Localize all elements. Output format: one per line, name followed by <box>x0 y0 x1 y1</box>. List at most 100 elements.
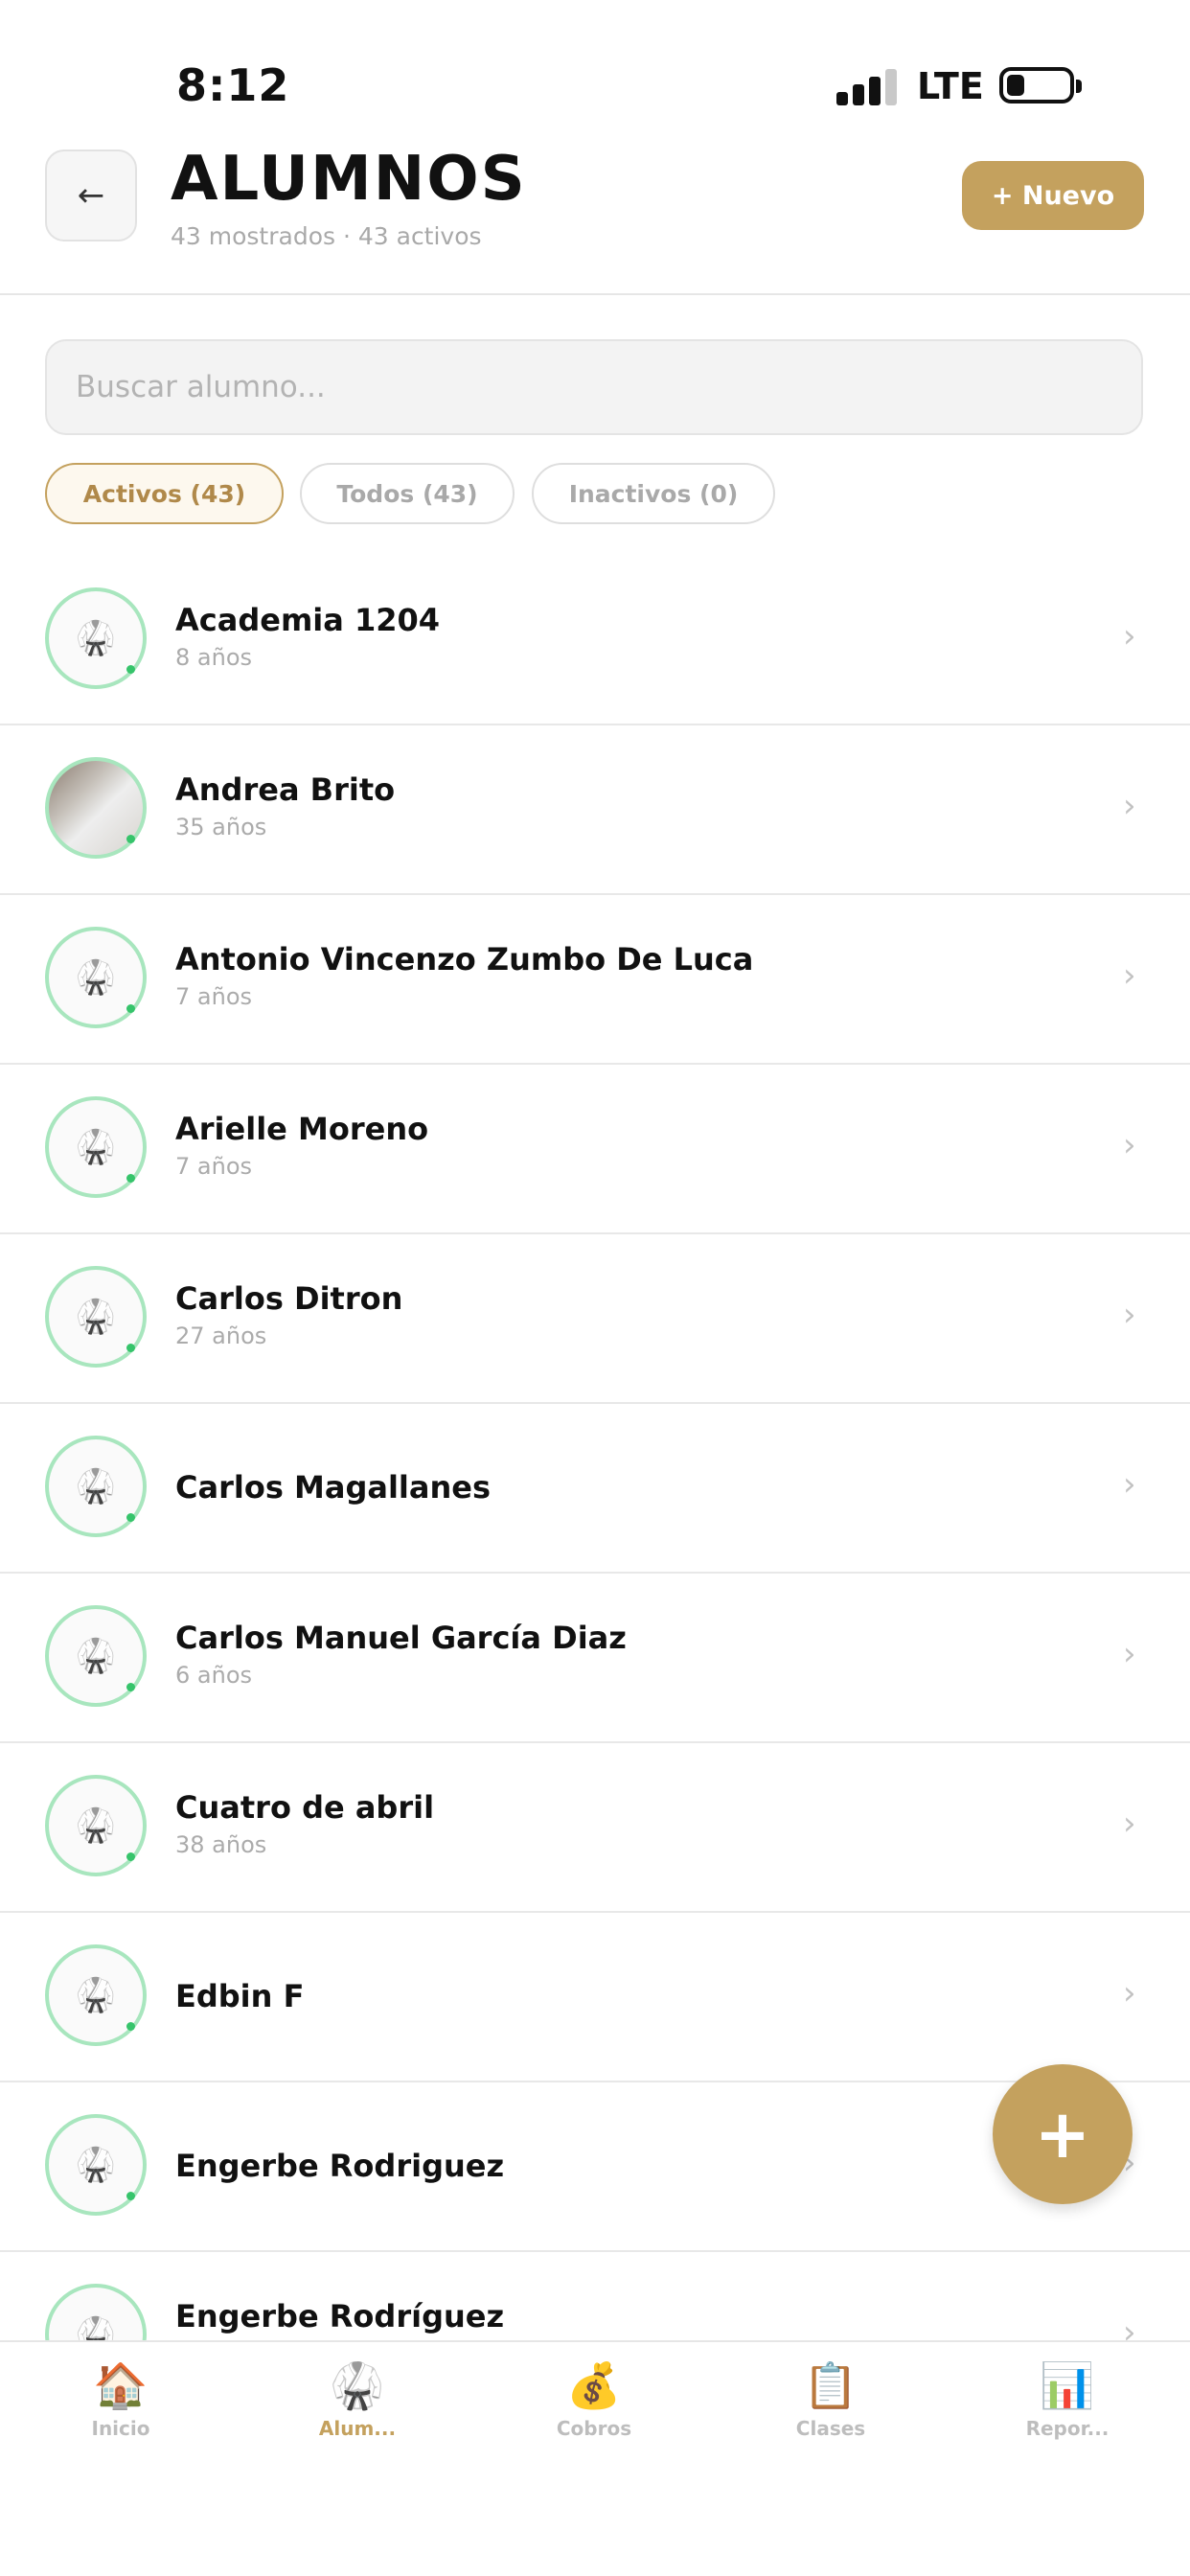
avatar: 🥋 <box>45 1944 147 2046</box>
add-student-fab[interactable]: + <box>993 2064 1133 2204</box>
bottom-tab-bar: 🏠 Inicio 🥋 Alum... 💰 Cobros 📋 Clases 📊 R… <box>0 2340 1190 2576</box>
tab-reportes[interactable]: 📊 Repor... <box>991 2356 1144 2440</box>
status-dot <box>126 1344 135 1352</box>
search-input[interactable] <box>76 370 1141 404</box>
student-age: 35 años <box>175 814 267 840</box>
status-dot <box>126 2022 135 2031</box>
student-row[interactable]: 🥋 Antonio Vincenzo Zumbo De Luca 7 años … <box>0 895 1190 1065</box>
student-row[interactable]: Andrea Brito 35 años › <box>0 725 1190 895</box>
gi-icon: 🥋 <box>75 958 117 997</box>
student-row[interactable]: 🥋 Carlos Manuel García Diaz 6 años › <box>0 1574 1190 1743</box>
status-dot <box>126 1174 135 1183</box>
status-bar: 8:12 LTE <box>0 0 1190 144</box>
avatar: 🥋 <box>45 1605 147 1707</box>
gi-icon: 🥋 <box>75 1976 117 2014</box>
status-dot <box>126 1683 135 1691</box>
page-subtitle: 43 mostrados · 43 activos <box>171 222 482 250</box>
battery-icon <box>999 67 1082 104</box>
gi-icon: 🥋 <box>75 1128 117 1166</box>
tab-clases[interactable]: 📋 Clases <box>754 2356 907 2440</box>
student-age: 6 años <box>175 1662 253 1689</box>
student-row[interactable]: 🥋 Carlos Magallanes › <box>0 1404 1190 1574</box>
student-row[interactable]: 🥋 Engerbe Rodríguez › <box>0 2252 1190 2340</box>
gi-icon: 🥋 <box>75 1637 117 1675</box>
tab-label: Cobros <box>556 2417 632 2440</box>
student-row[interactable]: 🥋 Academia 1204 8 años › <box>0 556 1190 725</box>
tab-alumnos[interactable]: 🥋 Alum... <box>281 2356 434 2440</box>
page-title: ALUMNOS <box>171 144 527 215</box>
chevron-right-icon: › <box>1123 1465 1136 1504</box>
status-dot <box>126 665 135 674</box>
chevron-right-icon: › <box>1123 956 1136 995</box>
filter-inactivos[interactable]: Inactivos (0) <box>532 463 775 524</box>
student-age: 7 años <box>175 983 253 1010</box>
student-row[interactable]: 🥋 Carlos Ditron 27 años › <box>0 1234 1190 1404</box>
tab-label: Repor... <box>1025 2417 1110 2440</box>
chevron-right-icon: › <box>1123 1974 1136 2012</box>
new-student-button[interactable]: + Nuevo <box>962 161 1144 230</box>
status-dot <box>126 835 135 843</box>
status-time: 8:12 <box>176 59 290 111</box>
avatar: 🥋 <box>45 1436 147 1537</box>
tab-inicio[interactable]: 🏠 Inicio <box>44 2356 197 2440</box>
chevron-right-icon: › <box>1123 1635 1136 1673</box>
student-age: 27 años <box>175 1322 267 1349</box>
chevron-right-icon: › <box>1123 1296 1136 1334</box>
chevron-right-icon: › <box>1123 1805 1136 1843</box>
avatar: 🥋 <box>45 927 147 1028</box>
student-name: Carlos Magallanes <box>175 1469 491 1506</box>
gi-icon: 🥋 <box>75 1467 117 1506</box>
student-row[interactable]: 🥋 Cuatro de abril 38 años › <box>0 1743 1190 1913</box>
student-name: Carlos Manuel García Diaz <box>175 1620 627 1656</box>
network-label: LTE <box>917 65 984 107</box>
arrow-left-icon: ← <box>77 176 105 215</box>
filter-activos[interactable]: Activos (43) <box>45 463 284 524</box>
chevron-right-icon: › <box>1123 617 1136 656</box>
filter-todos[interactable]: Todos (43) <box>300 463 515 524</box>
student-row[interactable]: 🥋 Arielle Moreno 7 años › <box>0 1065 1190 1234</box>
tab-label: Clases <box>795 2417 866 2440</box>
home-icon: 🏠 <box>93 2359 149 2411</box>
status-dot <box>126 1852 135 1861</box>
chevron-right-icon: › <box>1123 1126 1136 1164</box>
student-list: 🥋 Academia 1204 8 años › Andrea Brito 35… <box>0 556 1190 2340</box>
avatar-photo <box>45 757 147 859</box>
avatar: 🥋 <box>45 1266 147 1368</box>
student-name: Academia 1204 <box>175 602 441 638</box>
avatar: 🥋 <box>45 2284 147 2340</box>
clipboard-icon: 📋 <box>803 2359 858 2411</box>
avatar: 🥋 <box>45 587 147 689</box>
gi-icon: 🥋 <box>75 1806 117 1845</box>
gi-icon: 🥋 <box>75 2315 117 2340</box>
status-dot <box>126 2192 135 2200</box>
tab-label: Alum... <box>318 2417 397 2440</box>
status-dot <box>126 1004 135 1013</box>
back-button[interactable]: ← <box>45 150 137 242</box>
student-name: Cuatro de abril <box>175 1789 435 1826</box>
header: ← ALUMNOS 43 mostrados · 43 activos + Nu… <box>0 144 1190 295</box>
student-age: 38 años <box>175 1831 267 1858</box>
gi-icon: 🥋 <box>330 2359 385 2411</box>
tab-label: Inicio <box>91 2417 150 2440</box>
chevron-right-icon: › <box>1123 2313 1136 2340</box>
student-name: Engerbe Rodriguez <box>175 2148 505 2184</box>
gi-icon: 🥋 <box>75 1298 117 1336</box>
bar-chart-icon: 📊 <box>1040 2359 1095 2411</box>
student-name: Engerbe Rodríguez <box>175 2298 505 2334</box>
student-name: Arielle Moreno <box>175 1111 429 1147</box>
status-dot <box>126 1513 135 1522</box>
chevron-right-icon: › <box>1123 787 1136 825</box>
avatar: 🥋 <box>45 1775 147 1876</box>
student-name: Andrea Brito <box>175 771 396 808</box>
gi-icon: 🥋 <box>75 2146 117 2184</box>
student-age: 8 años <box>175 644 253 671</box>
money-bag-icon: 💰 <box>566 2359 622 2411</box>
plus-icon: + <box>1034 2095 1091 2174</box>
avatar: 🥋 <box>45 1096 147 1198</box>
tab-cobros[interactable]: 💰 Cobros <box>517 2356 671 2440</box>
gi-icon: 🥋 <box>75 619 117 657</box>
avatar: 🥋 <box>45 2114 147 2216</box>
student-row[interactable]: 🥋 Edbin F › <box>0 1913 1190 2082</box>
signal-icon <box>836 67 898 105</box>
student-name: Carlos Ditron <box>175 1280 403 1317</box>
